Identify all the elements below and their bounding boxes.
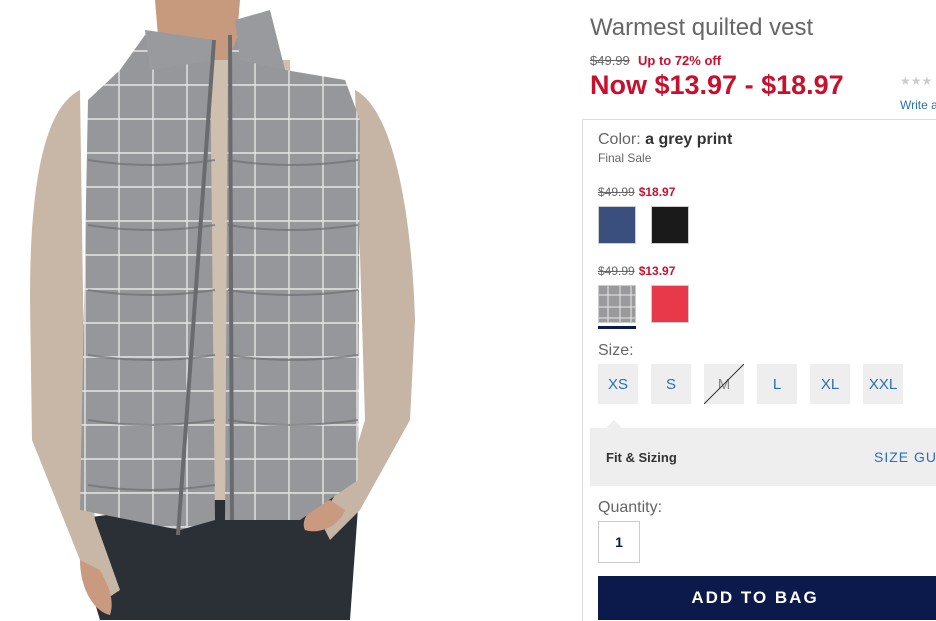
product-image [0,0,570,620]
size-xs-button[interactable]: XS [598,364,638,404]
discount-text: Up to 72% off [638,53,722,68]
swatch-grey-print[interactable] [598,285,636,329]
quantity-label: Quantity: [598,499,663,516]
size-xxl-button[interactable]: XXL [863,364,903,404]
swatch-new-price: $13.97 [638,264,676,278]
size-xl-button[interactable]: XL [810,364,850,404]
plaid-pattern-icon [599,286,635,322]
swatch-navy[interactable] [598,206,636,244]
quantity-input[interactable]: 1 [598,521,640,563]
color-label-text: Color: [598,131,641,148]
fit-sizing-label[interactable]: Fit & Sizing [606,450,677,465]
swatch-red[interactable] [651,285,689,323]
sale-price-range: Now $13.97 - $18.97 [590,70,844,100]
color-label: Color: a grey print [598,131,732,149]
size-l-button[interactable]: L [757,364,797,404]
swatch-old-price: $49.99 [598,264,635,278]
final-sale-note: Final Sale [598,151,652,165]
original-price: $49.99 [590,53,630,68]
add-to-bag-button[interactable]: ADD TO BAG [598,576,936,620]
swatch-black[interactable] [651,206,689,244]
size-m-button-unavailable[interactable]: M [704,364,744,404]
size-guide-link[interactable]: SIZE GUI [874,449,936,465]
swatch-group-price: $49.99 $18.97 [598,185,675,199]
rating-stars-icon[interactable]: ★★★ [900,74,932,88]
swatch-old-price: $49.99 [598,185,635,199]
product-title: Warmest quilted vest [590,14,814,41]
strikethrough-icon [704,364,744,404]
swatch-new-price: $18.97 [638,185,676,199]
write-review-link[interactable]: Write a [900,98,936,112]
color-value: a grey print [645,131,733,148]
swatch-group-price: $49.99 $13.97 [598,264,675,278]
size-s-button[interactable]: S [651,364,691,404]
size-label: Size: [598,342,634,359]
